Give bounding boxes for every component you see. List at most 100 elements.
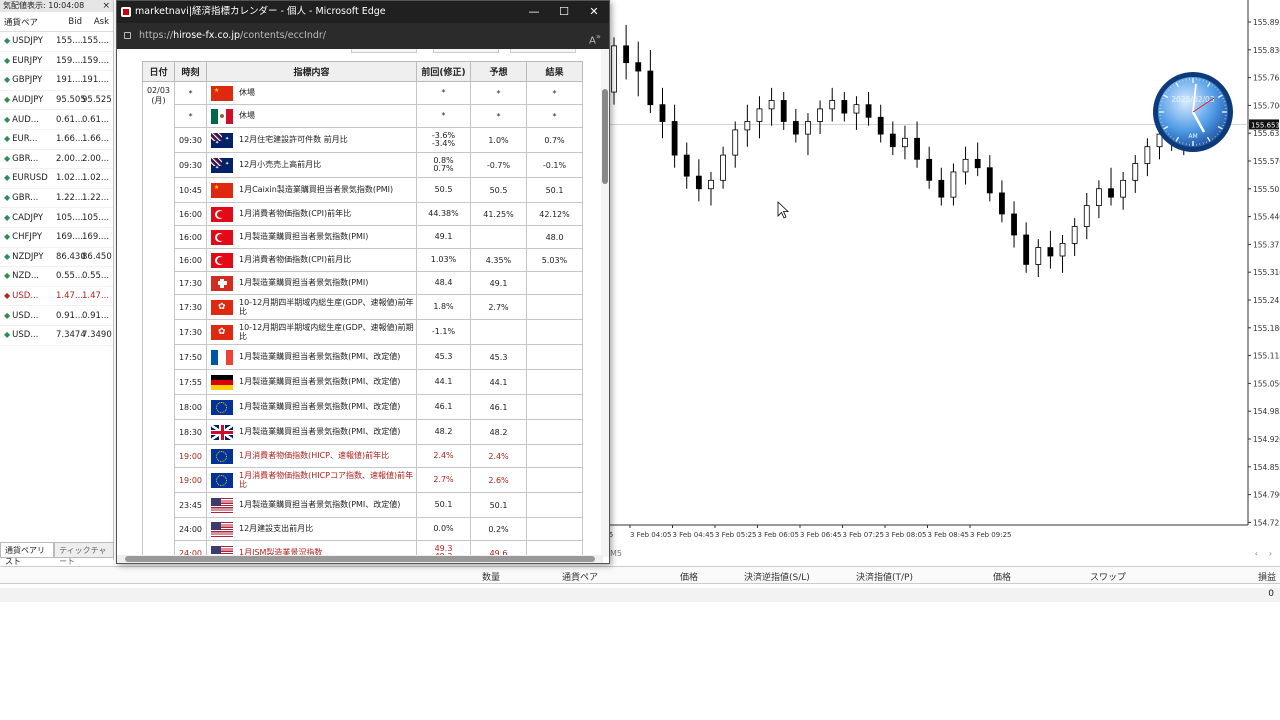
market-watch-row[interactable]: ◆ NZD... 0.55... 0.55... [0, 267, 113, 287]
header-result: 結果 [526, 61, 583, 82]
address-bar[interactable]: https://hirose-fx.co.jp/contents/eccIndr… [117, 23, 609, 49]
indicator-text[interactable]: 1月製造業購買担当者景気指数(PMI、改定値) [239, 427, 416, 436]
scroll-thumb[interactable] [602, 89, 608, 184]
forecast-cell: 50.1 [470, 492, 527, 518]
market-watch-row[interactable]: ◆ CADJPY 105.... 105.... [0, 208, 113, 228]
flag-hong-kong-icon: ✿ [211, 324, 233, 340]
indicator-text[interactable]: 休場 [239, 111, 416, 120]
candle-body [938, 179, 945, 198]
price-label: 154.790 [1253, 491, 1280, 500]
col-swap[interactable]: スワップ [1090, 570, 1126, 583]
indicator-cell: 1月製造業購買担当者景気指数(PMI) [206, 225, 417, 249]
col-price[interactable]: 価格 [680, 570, 698, 583]
time-label: 3 Feb 09:25 [970, 531, 1011, 539]
clock-period: AM [1188, 133, 1197, 140]
column-ask[interactable]: Ask [82, 17, 112, 27]
window-titlebar[interactable]: marketnavi|経済指標カレンダー - 個人 - Microsoft Ed… [117, 1, 609, 23]
market-watch-row[interactable]: ◆ USDJPY 155.... 155.... [0, 32, 113, 52]
flag-eu-icon [211, 399, 233, 415]
scroll-left-icon[interactable]: ‹ [1255, 549, 1258, 558]
col-symbol[interactable]: 通貨ペア [562, 570, 598, 583]
time-cell: 09:30 [174, 127, 207, 153]
candle-body [708, 179, 714, 190]
candle-body [805, 121, 811, 135]
market-watch-list: ◆ USDJPY 155.... 155.... ◆ EURJPY 159.... 159..… [0, 32, 113, 346]
previous-cell: 49.1 [416, 225, 471, 249]
indicator-text[interactable]: 1月消費者物価指数(CPI)前月比 [239, 255, 416, 264]
symbol-text: NZDJPY [12, 251, 44, 262]
market-watch-row[interactable]: ◆ EURJPY 159.... 159.... [0, 52, 113, 72]
indicator-text[interactable]: 12月小売売上高前月比 [239, 160, 416, 169]
flag-china-icon: ★ [211, 85, 233, 101]
indicator-text[interactable]: 1月消費者物価指数(HICPコア指数、速報値)前年比 [239, 471, 416, 489]
maximize-button[interactable]: ☐ [549, 1, 579, 23]
candle-body [817, 108, 823, 122]
time-cell: 17:30 [174, 319, 207, 345]
indicator-text[interactable]: 休場 [239, 88, 416, 97]
candle-body [732, 129, 739, 156]
market-watch-row[interactable]: ◆ GBR... 1.22... 1.22... [0, 189, 113, 209]
previous-cell: 0.0% [416, 517, 471, 541]
tab-m5[interactable]: M5 [610, 549, 622, 558]
lock-icon[interactable] [124, 32, 131, 39]
market-watch-row[interactable]: ◆ USD... 7.3474 7.3490 [0, 326, 113, 346]
indicator-text[interactable]: 1月消費者物価指数(HICP、速報値)前年比 [239, 451, 416, 460]
flag-uk-icon [211, 424, 233, 440]
indicator-text[interactable]: 1月製造業購買担当者景気指数(PMI、改定値) [239, 352, 416, 361]
column-bid[interactable]: Bid [56, 17, 82, 27]
market-watch-row[interactable]: ◆ EURUSD 1.02... 1.02... [0, 169, 113, 189]
market-watch-row[interactable]: ◆ EUR... 1.66... 1.66... [0, 130, 113, 150]
tab-symbol-list[interactable]: 通貨ペアリスト [0, 542, 55, 566]
col-profit[interactable]: 損益 [1258, 570, 1276, 583]
forecast-cell [470, 319, 527, 345]
market-watch-row[interactable]: ◆ USD... 1.47... 1.47... [0, 287, 113, 307]
close-window-button[interactable]: ✕ [579, 1, 609, 23]
scroll-right-icon[interactable]: › [1269, 549, 1272, 558]
tab-tick-chart[interactable]: ティックチャート [54, 542, 114, 566]
candle-body [671, 121, 678, 156]
col-volume[interactable]: 数量 [482, 570, 500, 583]
col-price-current[interactable]: 価格 [993, 570, 1011, 583]
market-watch-ask: 0.61... [82, 114, 110, 125]
indicator-text[interactable]: 12月住宅建設許可件数 前月比 [239, 135, 416, 144]
market-watch-bid: 1.66... [56, 134, 84, 145]
indicator-text[interactable]: 1月Caixin製造業購買担当者景気指数(PMI) [239, 185, 416, 194]
symbol-text: EURJPY [12, 55, 43, 66]
market-watch-symbol: ◆ USD... [0, 311, 56, 321]
indicator-text[interactable]: 1月消費者物価指数(CPI)前年比 [239, 209, 416, 218]
market-watch-bid: 0.61... [56, 114, 84, 125]
indicator-text[interactable]: 1月製造業購買担当者景気指数(PMI、改定値) [239, 500, 416, 509]
calendar-body: 02/03 (月) * ★ 休場 * * * * 休場 * * * 09:30 ✦ ✦ 12月住宅建設許可件数… [142, 81, 583, 557]
time-cell: 17:55 [174, 369, 207, 395]
market-watch-row[interactable]: ◆ GBR... 2.00... 2.00... [0, 150, 113, 170]
market-watch-row[interactable]: ◆ NZDJPY 86.430 86.450 [0, 248, 113, 268]
indicator-text[interactable]: 1月製造業購買担当者景気指数(PMI、改定値) [239, 402, 416, 411]
page-tab-1[interactable] [351, 49, 417, 53]
indicator-text[interactable]: 12月建設支出前月比 [239, 524, 416, 533]
page-tab-2[interactable] [433, 49, 499, 53]
indicator-text[interactable]: 1月製造業購買担当者景気指数(PMI) [239, 278, 416, 287]
col-stop-loss[interactable]: 決済逆指値(S/L) [744, 570, 810, 583]
hscroll-thumb[interactable] [125, 556, 595, 562]
indicator-text[interactable]: 1月製造業購買担当者景気指数(PMI、改定値) [239, 377, 416, 386]
column-symbol[interactable]: 通貨ペア [0, 16, 56, 28]
market-watch-row[interactable]: ◆ AUDJPY 95.505 95.525 [0, 91, 113, 111]
market-watch-row[interactable]: ◆ GBPJPY 191.... 191.... [0, 71, 113, 91]
market-watch-header: 通貨ペア Bid Ask [0, 12, 113, 32]
indicator-text[interactable]: 1月製造業購買担当者景気指数(PMI) [239, 232, 416, 241]
vertical-scrollbar[interactable] [601, 49, 609, 557]
symbol-diamond-icon: ◆ [4, 173, 11, 183]
indicator-text[interactable]: 10-12月期四半期域内総生産(GDP、速報値)前期比 [239, 323, 416, 341]
symbol-text: USDJPY [12, 36, 43, 47]
indicator-text[interactable]: 10-12月期四半期域内総生産(GDP、速報値)前年比 [239, 298, 416, 316]
market-watch-row[interactable]: ◆ USD... 0.91... 0.91... [0, 306, 113, 326]
previous-cell: 2.4% [416, 444, 471, 468]
market-watch-ask: 159.... [82, 55, 110, 66]
col-take-profit[interactable]: 決済指値(T/P) [856, 570, 913, 583]
close-icon[interactable]: × [102, 0, 110, 12]
market-watch-row[interactable]: ◆ CHFJPY 169.... 169.... [0, 228, 113, 248]
market-watch-row[interactable]: ◆ AUD... 0.61... 0.61... [0, 110, 113, 130]
horizontal-scrollbar[interactable] [117, 555, 603, 563]
minimize-button[interactable]: — [519, 1, 549, 23]
page-tab-3[interactable] [510, 49, 576, 53]
